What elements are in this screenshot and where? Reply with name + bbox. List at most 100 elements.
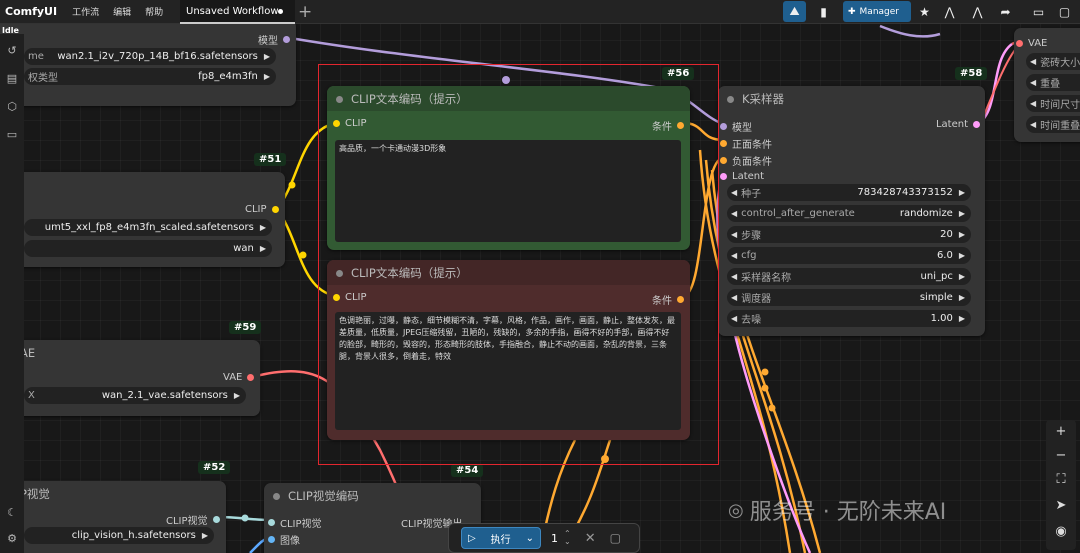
conditioning-input-dot[interactable] — [720, 140, 727, 147]
model-port-dot[interactable] — [283, 36, 290, 43]
conditioning-input-dot[interactable] — [720, 157, 727, 164]
scheduler-widget[interactable]: ◀ 调度器 simple ▶ — [727, 289, 971, 306]
clip-vision-input-dot[interactable] — [268, 519, 275, 526]
select-pointer-icon[interactable]: ➤ — [1046, 498, 1076, 513]
batch-count[interactable]: 1 — [551, 532, 558, 545]
node-positive-prompt[interactable]: CLIP文本编码（提示） CLIP 条件 高品质，一个卡通动漫3D形象 — [327, 86, 690, 250]
collapse-dot-icon[interactable] — [336, 270, 343, 277]
panel-toggle-icon[interactable]: ▭ — [1027, 1, 1050, 22]
queue-list-icon[interactable]: ▤ — [0, 72, 24, 85]
clip-input-dot[interactable] — [333, 294, 340, 301]
control-after-generate-widget[interactable]: ◀ control_after_generate randomize ▶ — [727, 205, 971, 222]
arrow-right-icon[interactable]: ▶ — [260, 244, 266, 253]
arrow-right-icon[interactable]: ▶ — [959, 272, 965, 281]
arrow-left-icon[interactable]: ◀ — [731, 251, 737, 260]
node-ksampler[interactable]: K采样器 模型 正面条件 负面条件 Latent Latent ◀ 种子 7834… — [718, 86, 985, 336]
collapse-dot-icon[interactable] — [727, 96, 734, 103]
theme-moon-icon[interactable]: ☾ — [0, 506, 24, 519]
ksampler-latent-output[interactable]: Latent — [936, 119, 980, 130]
arrow-right-icon[interactable]: ▶ — [959, 293, 965, 302]
settings-gear-icon[interactable]: ⚙ — [0, 532, 24, 545]
arrow-right-icon[interactable]: ▶ — [959, 251, 965, 260]
clip-vision-name-widget[interactable]: clip_vision_h.safetensors ▶ — [24, 527, 214, 544]
run-button[interactable]: ▷ 执行 ⌄ — [461, 527, 541, 549]
model-input-dot[interactable] — [720, 123, 727, 130]
arrow-right-icon[interactable]: ▶ — [202, 531, 208, 540]
arrow-left-icon[interactable]: ◀ — [731, 188, 737, 197]
positive-prompt-textarea[interactable]: 高品质，一个卡通动漫3D形象 — [335, 140, 681, 242]
manager-button[interactable]: ✚ Manager — [843, 1, 911, 22]
arrow-left-icon[interactable]: ◀ — [1030, 78, 1036, 87]
arrow-left-icon[interactable]: ◀ — [1030, 57, 1036, 66]
negative-clip-input[interactable]: CLIP — [333, 292, 367, 303]
vae-input-dot[interactable] — [1016, 40, 1023, 47]
negative-prompt-textarea[interactable]: 色调艳丽，过曝，静态，细节模糊不清，字幕，风格，作品，画作，画面，静止，整体发灰… — [335, 312, 681, 430]
model-library-icon[interactable]: ⋀ — [938, 1, 961, 22]
arrow-left-icon[interactable]: ◀ — [1030, 120, 1036, 129]
positive-cond-output[interactable]: 条件 — [652, 118, 684, 133]
arrow-right-icon[interactable]: ▶ — [264, 72, 270, 81]
node-clip-vision-loader[interactable]: P视觉 CLIP视觉 clip_vision_h.safetensors ▶ — [0, 481, 226, 553]
model-output[interactable]: 模型 — [258, 32, 290, 47]
vae-port-dot[interactable] — [247, 374, 255, 381]
stop-square-icon[interactable]: ▢ — [610, 531, 621, 545]
ksampler-positive-input[interactable]: 正面条件 — [720, 136, 772, 151]
node-clip-loader[interactable]: CLIP umt5_xxl_fp8_e4m3fn_scaled.safetens… — [0, 172, 285, 267]
collapse-dot-icon[interactable] — [273, 493, 280, 500]
cube-icon[interactable]: ⬡ — [0, 100, 24, 113]
cancel-icon[interactable]: ✕ — [585, 531, 596, 546]
arrow-left-icon[interactable]: ◀ — [731, 209, 737, 218]
node-vae-loader[interactable]: AE VAE X wan_2.1_vae.safetensors ▶ — [0, 340, 260, 416]
collapse-dot-icon[interactable] — [336, 96, 343, 103]
denoise-widget[interactable]: ◀ 去噪 1.00 ▶ — [727, 310, 971, 327]
history-icon[interactable]: ↺ — [0, 44, 24, 57]
steps-widget[interactable]: ◀ 步骤 20 ▶ — [727, 226, 971, 243]
arrow-right-icon[interactable]: ▶ — [959, 314, 965, 323]
seed-widget[interactable]: ◀ 种子 783428743373152 ▶ — [727, 184, 971, 201]
workflow-tab[interactable]: Unsaved Workflow — [180, 0, 295, 24]
arrow-left-icon[interactable]: ◀ — [731, 230, 737, 239]
cfg-widget[interactable]: ◀ cfg 6.0 ▶ — [727, 247, 971, 264]
arrow-left-icon[interactable]: ◀ — [731, 314, 737, 323]
negative-cond-output[interactable]: 条件 — [652, 292, 684, 307]
sampler-name-widget[interactable]: ◀ 采样器名称 uni_pc ▶ — [727, 268, 971, 285]
clip-name-widget[interactable]: umt5_xxl_fp8_e4m3fn_scaled.safetensors ▶ — [24, 219, 272, 236]
arrow-left-icon[interactable]: ◀ — [731, 293, 737, 302]
conditioning-output-dot[interactable] — [677, 296, 684, 303]
zoom-in-icon[interactable]: + — [1046, 424, 1076, 439]
arrow-right-icon[interactable]: ▶ — [959, 230, 965, 239]
overlap-widget[interactable]: ◀ 重叠 — [1026, 74, 1080, 91]
latent-output-dot[interactable] — [973, 121, 980, 128]
clip-input-dot[interactable] — [333, 120, 340, 127]
zoom-out-icon[interactable]: − — [1046, 448, 1076, 463]
temporal-overlap-widget[interactable]: ◀ 时间重叠 — [1026, 116, 1080, 133]
ksampler-negative-input[interactable]: 负面条件 — [720, 153, 772, 168]
new-tab-plus-icon[interactable]: + — [298, 2, 312, 22]
clip-output[interactable]: CLIP — [245, 204, 279, 215]
conditioning-output-dot[interactable] — [677, 122, 684, 129]
node-negative-prompt[interactable]: CLIP文本编码（提示） CLIP 条件 色调艳丽，过曝，静态，细节模糊不清，字… — [327, 260, 690, 440]
arrow-right-icon[interactable]: ▶ — [260, 223, 266, 232]
vae-name-widget[interactable]: X wan_2.1_vae.safetensors ▶ — [24, 387, 246, 404]
node-vae-decode-tiled[interactable]: VAE ◀ 瓷砖大小 ◀ 重叠 ◀ 时间尺寸 ◀ 时间重叠 — [1014, 28, 1080, 142]
clip-vision-encode-image-input[interactable]: 图像 — [268, 532, 300, 547]
share-icon[interactable]: ➦ — [994, 1, 1017, 22]
image-input-dot[interactable] — [268, 536, 275, 543]
unet-name-widget[interactable]: me wan2.1_i2v_720p_14B_bf16.safetensors ▶ — [24, 48, 276, 65]
bookmark-icon[interactable]: ▮ — [812, 1, 835, 22]
arrow-right-icon[interactable]: ▶ — [959, 209, 965, 218]
arrow-right-icon[interactable]: ▶ — [959, 188, 965, 197]
temporal-size-widget[interactable]: ◀ 时间尺寸 — [1026, 95, 1080, 112]
clip-type-widget[interactable]: wan ▶ — [24, 240, 272, 257]
node-library-icon[interactable]: ⋀ — [966, 1, 989, 22]
arrow-left-icon[interactable]: ◀ — [1030, 99, 1036, 108]
arrow-right-icon[interactable]: ▶ — [264, 52, 270, 61]
batch-stepper-icon[interactable]: ⌃ ⌄ — [564, 530, 571, 546]
fit-view-icon[interactable]: ⛶ — [1046, 472, 1076, 487]
folder-icon[interactable]: ▭ — [0, 128, 24, 141]
clip-vision-encode-input[interactable]: CLIP视觉 — [268, 515, 322, 530]
arrow-right-icon[interactable]: ▶ — [234, 391, 240, 400]
node-model-loader[interactable]: 模型 me wan2.1_i2v_720p_14B_bf16.safetenso… — [0, 20, 296, 106]
clip-port-dot[interactable] — [271, 206, 279, 213]
latent-input-dot[interactable] — [720, 173, 727, 180]
